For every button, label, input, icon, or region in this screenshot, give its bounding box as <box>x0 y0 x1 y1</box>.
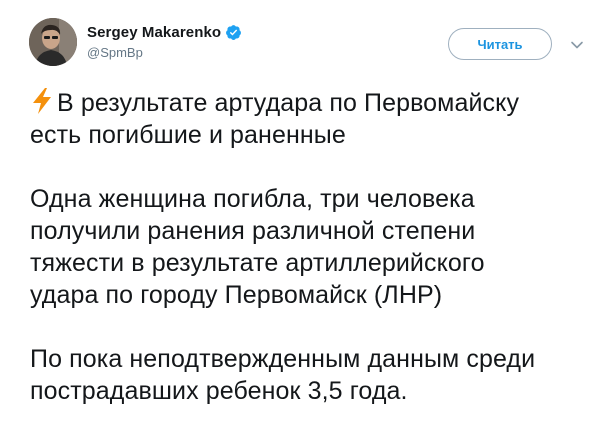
tweet-line: тяжести в результате артиллерийского <box>30 249 485 277</box>
name-row: Sergey Makarenko <box>87 22 242 42</box>
tweet-line: В результате артудара по Первомайску <box>30 87 590 119</box>
tweet-line: получили ранения различной степени <box>30 217 476 245</box>
tweet-line: пострадавших ребенок 3,5 года. <box>30 377 408 405</box>
tweet-line-text: В результате артудара по Первомайску <box>57 89 520 117</box>
display-name[interactable]: Sergey Makarenko <box>87 24 221 41</box>
follow-button[interactable]: Читать <box>448 28 552 60</box>
avatar-image <box>29 18 77 66</box>
tweet-line: есть погибшие и раненные <box>30 121 346 149</box>
author-block: Sergey Makarenko @SpmBp <box>87 22 242 60</box>
tweet-paragraph: Одна женщина погибла, три человека получ… <box>30 183 590 311</box>
chevron-down-icon[interactable] <box>570 38 584 52</box>
verified-badge-icon <box>225 24 242 41</box>
user-handle[interactable]: @SpmBp <box>87 45 242 60</box>
tweet-paragraph: В результате артудара по Первомайску ест… <box>30 87 590 151</box>
tweet-line: По пока неподтвержденным данным среди <box>30 345 536 373</box>
tweet-card: Sergey Makarenko @SpmBp Читать В результ… <box>0 0 609 421</box>
avatar[interactable] <box>29 18 77 66</box>
tweet-line: удара по городу Первомайск (ЛНР) <box>30 281 443 309</box>
high-voltage-emoji-icon <box>30 87 54 115</box>
tweet-paragraph: По пока неподтвержденным данным среди по… <box>30 343 590 407</box>
tweet-text: В результате артудара по Первомайску ест… <box>30 87 590 407</box>
tweet-line: Одна женщина погибла, три человека <box>30 185 475 213</box>
